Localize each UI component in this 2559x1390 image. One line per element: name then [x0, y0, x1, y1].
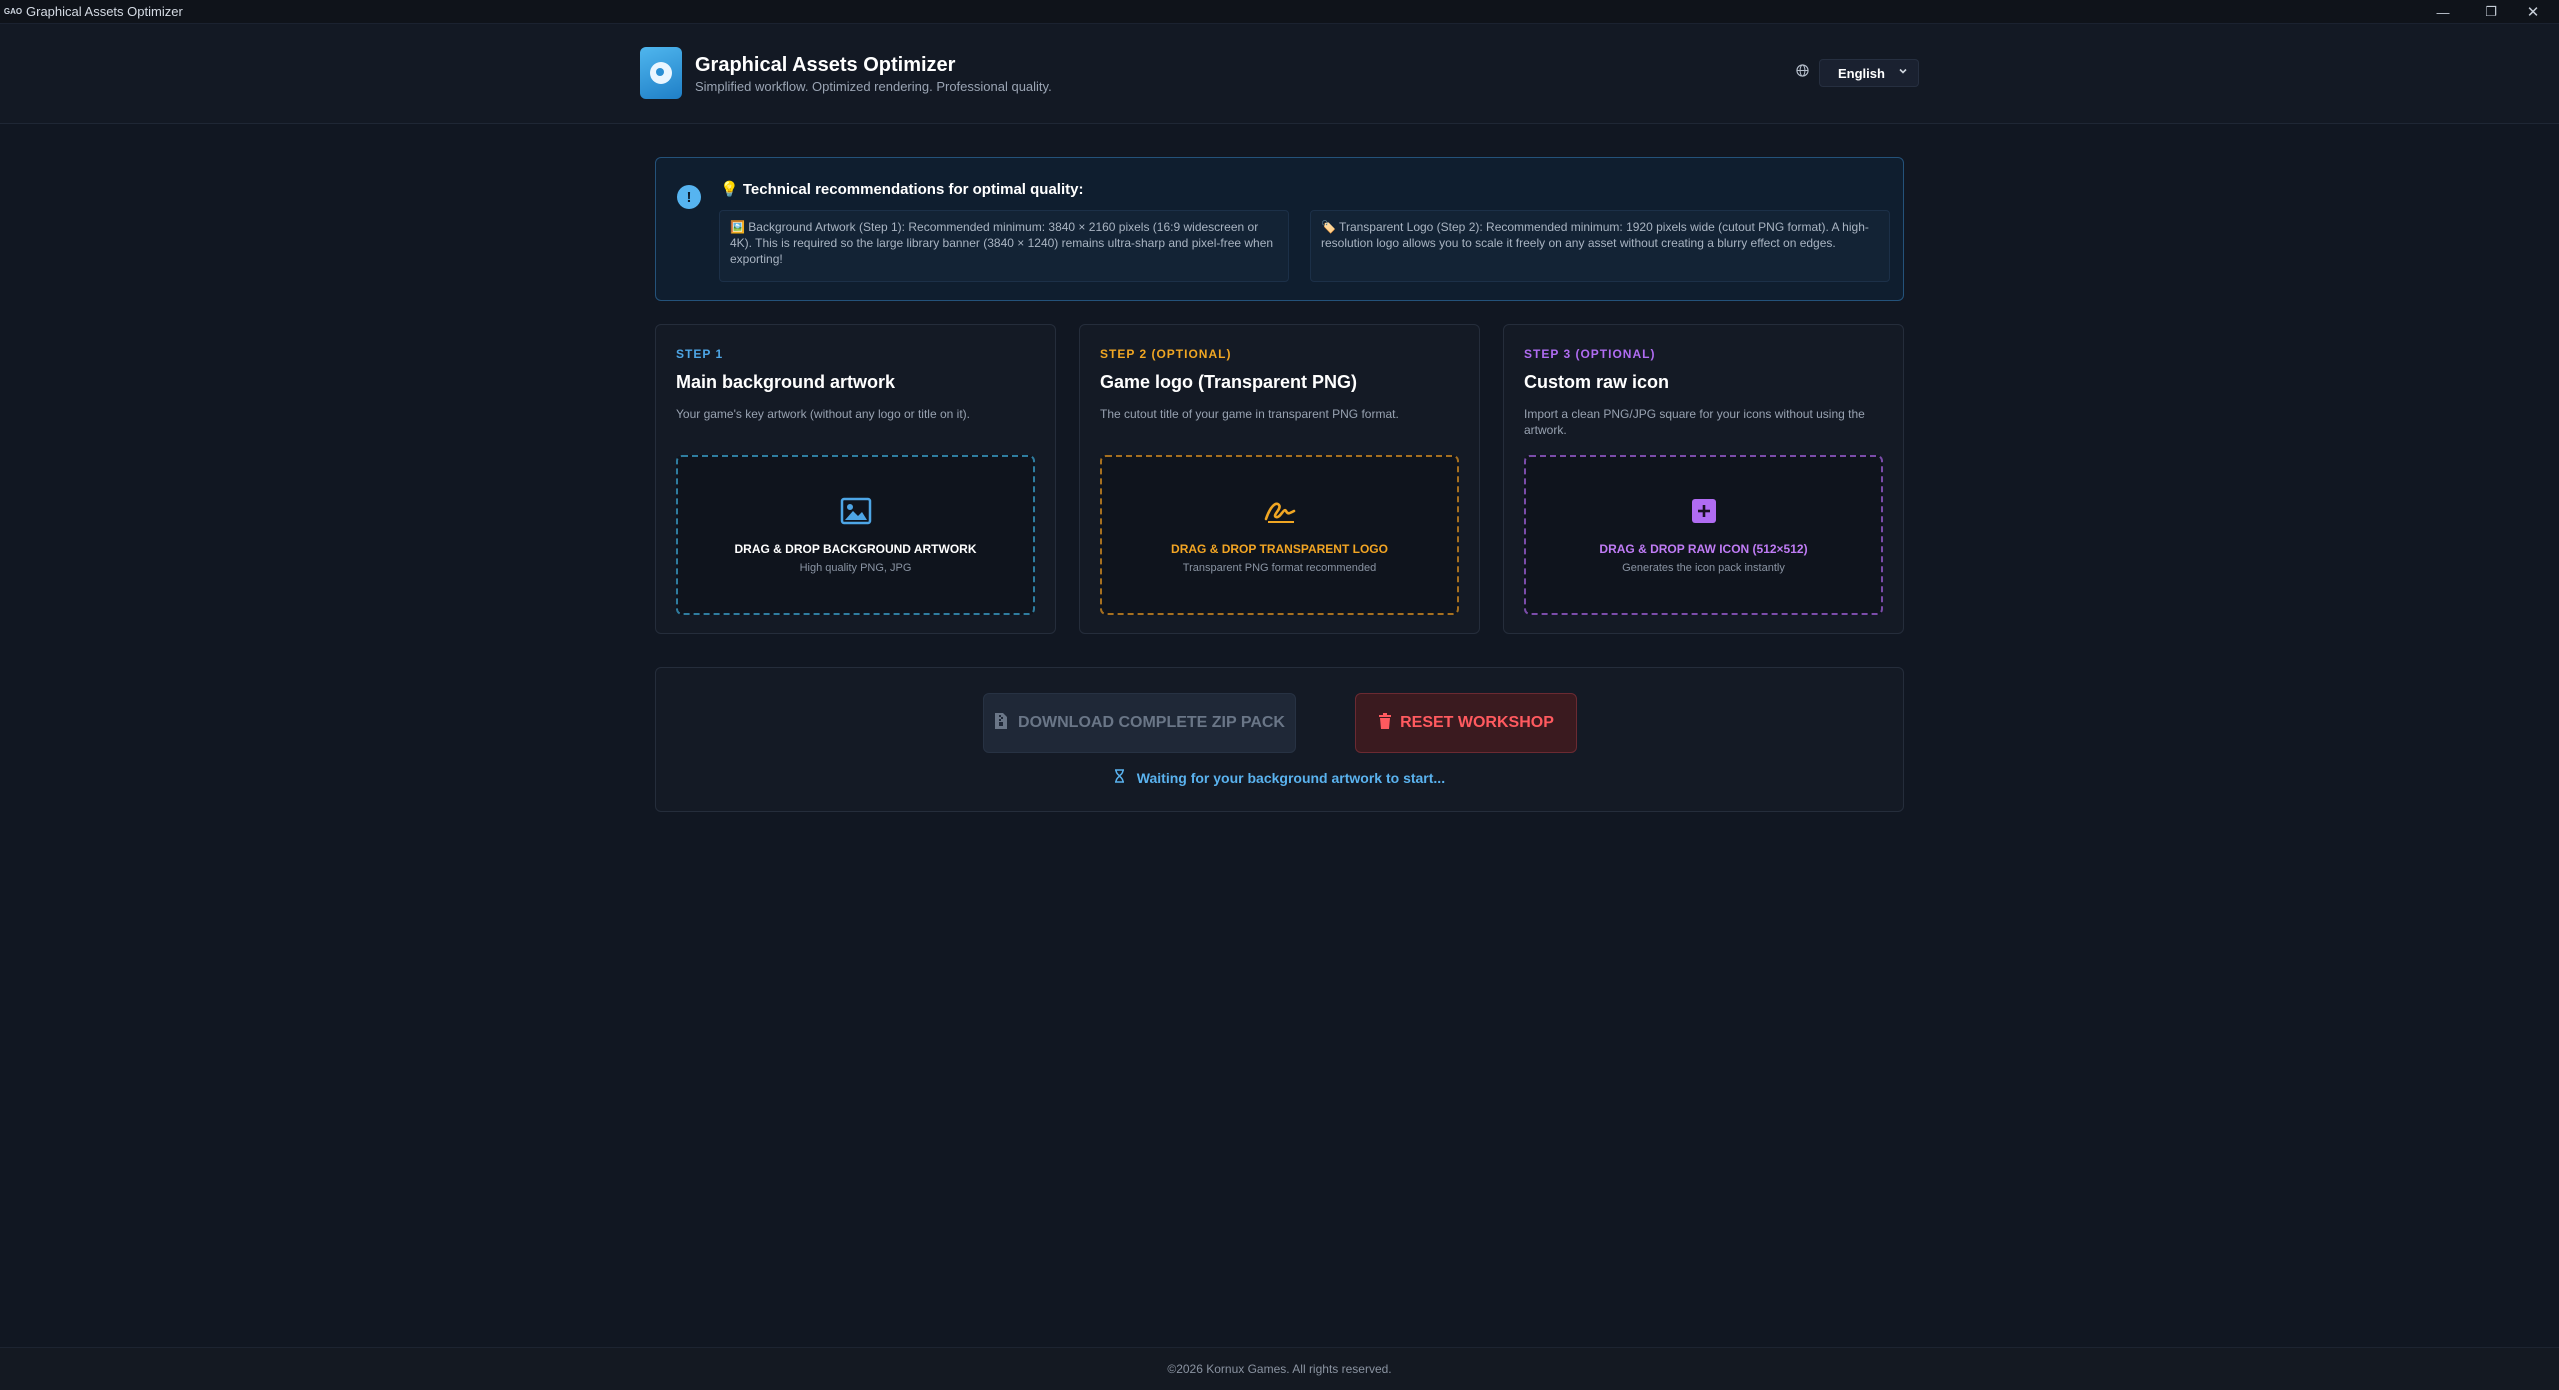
drop-zone-hint: High quality PNG, JPG — [799, 562, 912, 574]
recommendation-background: 🖼️ Background Artwork (Step 1): Recommen… — [719, 210, 1289, 282]
status-text: Waiting for your background artwork to s… — [1136, 770, 1446, 786]
hourglass-icon — [1114, 769, 1129, 786]
step-card-background: STEP 1 Main background artwork Your game… — [655, 324, 1056, 634]
trash-icon — [1378, 713, 1392, 733]
steam-logo-icon — [650, 62, 672, 84]
step-tag: STEP 1 — [676, 347, 724, 361]
step-title: Game logo (Transparent PNG) — [1100, 372, 1358, 392]
drop-zone-title: DRAG & DROP TRANSPARENT LOGO — [1171, 542, 1388, 556]
reset-workshop-label: RESET WORKSHOP — [1400, 714, 1554, 731]
action-panel: DOWNLOAD COMPLETE ZIP PACK RESET WORKSHO… — [655, 667, 1904, 812]
info-icon: ! — [677, 185, 701, 209]
app-icon: GAO — [3, 7, 23, 16]
app-logo — [640, 47, 682, 99]
background-drop-zone[interactable]: DRAG & DROP BACKGROUND ARTWORK High qual… — [676, 455, 1035, 615]
step-tag: STEP 3 (OPTIONAL) — [1524, 347, 1656, 361]
step-card-icon: STEP 3 (OPTIONAL) Custom raw icon Import… — [1503, 324, 1904, 634]
step-tag: STEP 2 (OPTIONAL) — [1100, 347, 1232, 361]
footer: ©2026 Kornux Games. All rights reserved. — [0, 1347, 2559, 1390]
maximize-button[interactable]: ❐ — [2471, 0, 2511, 24]
chevron-down-icon — [1898, 65, 1908, 79]
app-title: Graphical Assets Optimizer — [695, 54, 956, 76]
download-zip-label: DOWNLOAD COMPLETE ZIP PACK — [1018, 714, 1285, 731]
app-header: Graphical Assets Optimizer Simplified wo… — [0, 24, 2559, 124]
language-select-value: English — [1838, 65, 1885, 81]
recommendations-panel: ! 💡 Technical recommendations for optima… — [655, 157, 1904, 301]
download-zip-button[interactable]: DOWNLOAD COMPLETE ZIP PACK — [983, 693, 1296, 753]
close-button[interactable]: ✕ — [2513, 0, 2553, 24]
step-card-logo: STEP 2 (OPTIONAL) Game logo (Transparent… — [1079, 324, 1480, 634]
drop-zone-title: DRAG & DROP BACKGROUND ARTWORK — [734, 542, 977, 556]
recommendation-logo: 🏷️ Transparent Logo (Step 2): Recommende… — [1310, 210, 1890, 282]
image-icon — [678, 497, 1033, 530]
step-description: Your game's key artwork (without any log… — [676, 407, 970, 421]
reset-workshop-button[interactable]: RESET WORKSHOP — [1355, 693, 1577, 753]
drop-zone-hint: Generates the icon pack instantly — [1622, 562, 1785, 574]
icon-drop-zone[interactable]: DRAG & DROP RAW ICON (512×512) Generates… — [1524, 455, 1883, 615]
minimize-button[interactable]: — — [2423, 0, 2463, 24]
copyright-text: ©2026 Kornux Games. All rights reserved. — [1167, 1362, 1392, 1376]
step-title: Custom raw icon — [1524, 372, 1670, 392]
drop-zone-hint: Transparent PNG format recommended — [1182, 562, 1377, 574]
step-description: The cutout title of your game in transpa… — [1100, 407, 1399, 421]
status-message: Waiting for your background artwork to s… — [656, 769, 1903, 786]
recommendations-title: 💡 Technical recommendations for optimal … — [720, 181, 1084, 198]
logo-drop-zone[interactable]: DRAG & DROP TRANSPARENT LOGO Transparent… — [1100, 455, 1459, 615]
drop-zone-title: DRAG & DROP RAW ICON (512×512) — [1599, 542, 1808, 556]
globe-icon — [1796, 64, 1809, 80]
window-title-bar: GAO Graphical Assets Optimizer — ❐ ✕ — [0, 0, 2559, 24]
signature-icon — [1102, 497, 1457, 530]
step-title: Main background artwork — [676, 372, 896, 392]
app-subtitle: Simplified workflow. Optimized rendering… — [695, 79, 1052, 94]
plus-square-icon — [1526, 497, 1881, 530]
window-title: Graphical Assets Optimizer — [26, 4, 183, 19]
step-description: Import a clean PNG/JPG square for your i… — [1524, 407, 1865, 437]
language-select[interactable]: English — [1819, 59, 1919, 87]
file-zip-icon — [994, 712, 1008, 735]
